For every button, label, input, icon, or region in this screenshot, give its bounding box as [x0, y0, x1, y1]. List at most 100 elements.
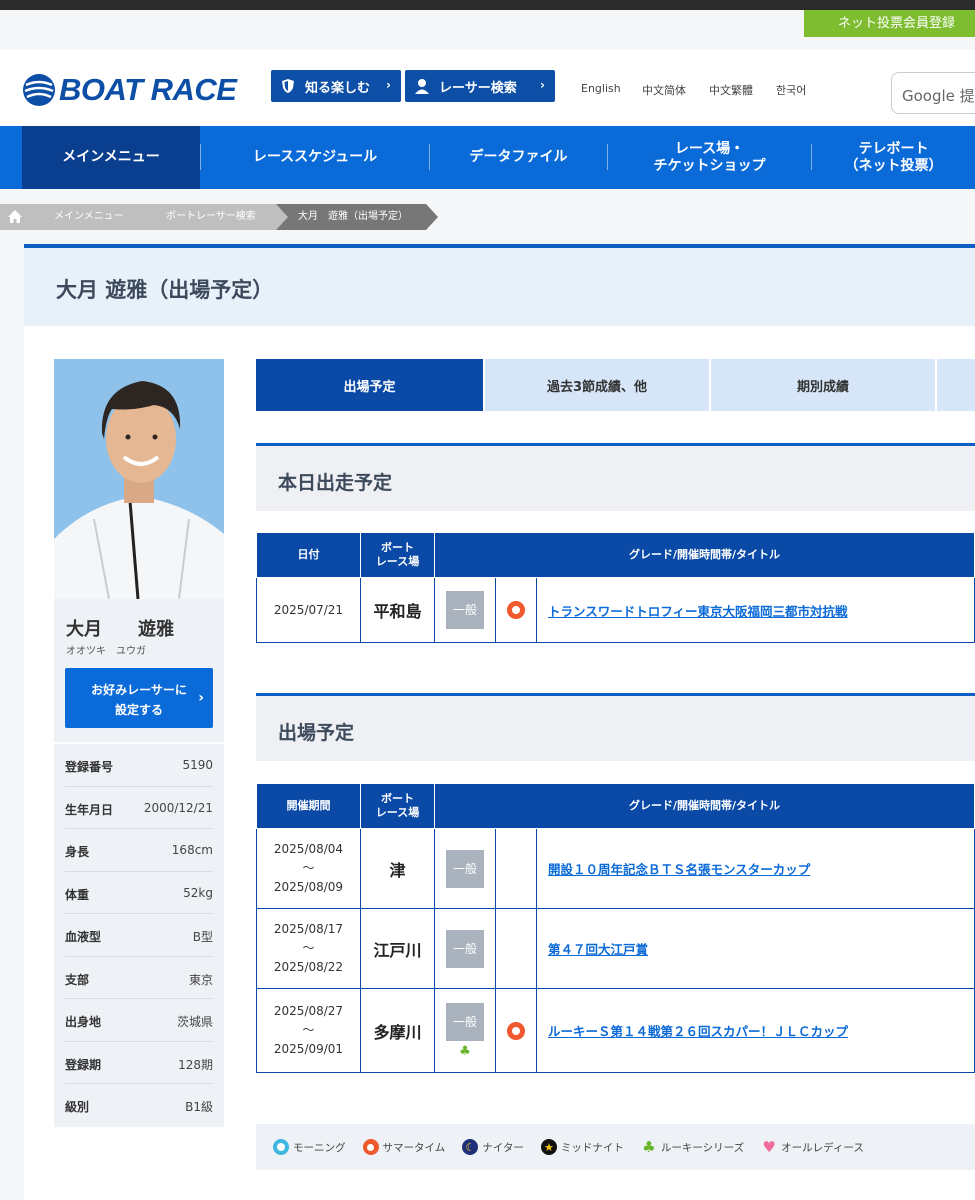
- profile-row: 血液型 B型: [65, 914, 213, 957]
- breadcrumb-main-menu-label: メインメニュー: [54, 211, 124, 222]
- racer-name: 大月 遊雅: [66, 619, 174, 640]
- race-title-link[interactable]: 第４７回大江戸賞: [548, 942, 648, 957]
- tab-recent-results[interactable]: 過去3節成績、他: [485, 359, 709, 411]
- chevron-right-icon: ›: [386, 78, 391, 92]
- racer-tabs: 出場予定 過去3節成績、他 期別成績: [256, 359, 975, 411]
- period-start: 2025/08/27: [273, 1004, 344, 1018]
- lang-english-link[interactable]: English: [581, 82, 621, 95]
- race-date: 2025/07/21: [256, 577, 361, 643]
- tab-schedule[interactable]: 出場予定: [256, 359, 483, 411]
- column-header-venue: ボート レース場: [360, 532, 435, 578]
- profile-row: 級別 B1級: [65, 1084, 213, 1127]
- profile-label: 支部: [65, 972, 90, 987]
- profile-row: 生年月日 2000/12/21: [65, 787, 213, 829]
- shiru-tanoshimu-button[interactable]: 知る楽しむ ›: [271, 70, 401, 102]
- legend-label: ミッドナイト: [560, 1141, 624, 1154]
- profile-value: 128期: [178, 1057, 213, 1072]
- global-nav: メインメニュー レーススケジュール データファイル レース場・ チケットショップ…: [0, 126, 975, 189]
- legend-bar: モーニング サマータイム ☾ ナイター ★ ミッドナイト ♣ ルーキーシリーズ ♥ オー…: [256, 1124, 975, 1170]
- table-row: 2025/07/21 平和島 一般 トランスワードトロフィー東京大阪福岡三都市対…: [256, 577, 975, 643]
- table-row: 2025/08/04 ～ 2025/08/09 津 一般 開設１０周年記念ＢＴＳ名張…: [256, 828, 975, 909]
- chevron-right-icon: ›: [198, 690, 204, 706]
- racer-search-button[interactable]: レーサー検索 ›: [405, 70, 555, 102]
- period-end: 2025/09/01: [273, 1042, 344, 1056]
- tab-more[interactable]: [937, 359, 975, 411]
- page-title-bar: 大月 遊雅（出場予定）: [24, 244, 975, 326]
- legend-item: ★ ミッドナイト: [540, 1139, 624, 1155]
- race-venue: 津: [360, 828, 435, 909]
- rookie-series-icon: ♣: [459, 1044, 471, 1059]
- top-bar: [0, 0, 975, 10]
- legend-item: ♥ オールレディース: [761, 1138, 863, 1156]
- summer-time-icon: [362, 1139, 379, 1155]
- lang-zh-hant-link[interactable]: 中文繁體: [709, 82, 753, 98]
- nav-racecourse-ticket[interactable]: レース場・ チケットショップ: [608, 126, 811, 189]
- set-favorite-racer-button[interactable]: お好みレーサーに 設定する ›: [65, 668, 213, 728]
- breadcrumb-racer-search[interactable]: ボートレーサー検索: [148, 204, 288, 230]
- racer-name-box: 大月 遊雅 オオツキ ユウガ お好みレーサーに 設定する ›: [54, 599, 224, 742]
- profile-label: 体重: [65, 887, 90, 902]
- boatrace-logo[interactable]: BOAT RACE: [22, 72, 237, 108]
- morning-icon: [273, 1139, 289, 1155]
- legend-label: ルーキーシリーズ: [660, 1141, 745, 1154]
- time-zone-cell: [495, 828, 537, 909]
- google-search-input[interactable]: Google 提供: [891, 72, 975, 114]
- race-title-link[interactable]: ルーキーＳ第１４戦第２６回スカパー！ＪＬＣカップ: [548, 1024, 848, 1039]
- profile-value: 168cm: [171, 843, 213, 857]
- schedule-heading: 出場予定: [278, 722, 355, 744]
- logo-mark-icon: [22, 73, 56, 107]
- period-start: 2025/08/17: [273, 922, 344, 936]
- rookie-leaf-icon: ♣: [642, 1138, 656, 1156]
- table-row: 2025/08/27 ～ 2025/09/01 多摩川 一般 ♣ ルーキーＳ第１４戦第…: [256, 988, 975, 1073]
- nav-telebote[interactable]: テレボート （ネット投票）: [812, 126, 975, 189]
- shield-icon: [279, 77, 297, 95]
- race-title-link[interactable]: 開設１０周年記念ＢＴＳ名張モンスターカップ: [548, 862, 810, 877]
- period-end: 2025/08/09: [273, 880, 344, 894]
- legend-item: サマータイム: [362, 1139, 445, 1155]
- grade-badge: 一般: [446, 591, 484, 629]
- racer-profile-table: 登録番号 5190 生年月日 2000/12/21 身長 168cm 体重 52kg 血…: [54, 744, 224, 1127]
- race-title-link[interactable]: トランスワードトロフィー東京大阪福岡三都市対抗戦: [548, 604, 848, 619]
- racer-photo: [54, 359, 224, 599]
- column-header-date: 日付: [256, 532, 361, 578]
- race-venue: 多摩川: [360, 988, 435, 1073]
- period-end: 2025/08/22: [273, 960, 344, 974]
- breadcrumb-main-menu[interactable]: メインメニュー: [30, 204, 160, 230]
- period-tilde: ～: [302, 1023, 315, 1037]
- table-header-row: 開催期間 ボート レース場 グレード/開催時間帯/タイトル: [256, 783, 975, 829]
- grade-badge: 一般: [446, 929, 484, 968]
- legend-label: ナイター: [482, 1141, 524, 1154]
- column-header-period: 開催期間: [256, 783, 361, 829]
- profile-value: 5190: [182, 758, 213, 772]
- lang-zh-hans-link[interactable]: 中文简体: [642, 82, 686, 98]
- page-title: 大月 遊雅（出場予定）: [56, 278, 274, 302]
- today-race-table: 日付 ボート レース場 グレード/開催時間帯/タイトル 2025/07/21 平…: [256, 532, 975, 643]
- nav-main-menu[interactable]: メインメニュー: [22, 126, 200, 189]
- profile-value: B1級: [185, 1100, 213, 1114]
- ladies-heart-icon: ♥: [762, 1138, 776, 1156]
- race-venue: 平和島: [360, 577, 435, 643]
- profile-value: 52kg: [183, 885, 213, 900]
- profile-row: 登録期 128期: [65, 1042, 213, 1084]
- today-section-header: 本日出走予定: [256, 443, 975, 511]
- lang-korean-link[interactable]: 한국어: [776, 82, 806, 98]
- profile-label: 登録期: [65, 1057, 102, 1072]
- nighter-moon-icon: ☾: [462, 1139, 479, 1155]
- column-header-title: グレード/開催時間帯/タイトル: [434, 532, 975, 578]
- profile-value: B型: [192, 930, 213, 944]
- racer-kana: オオツキ ユウガ: [66, 646, 146, 657]
- profile-label: 出身地: [65, 1015, 102, 1029]
- profile-row: 出身地 茨城県: [65, 999, 213, 1042]
- legend-item: モーニング: [273, 1139, 346, 1155]
- legend-item: ☾ ナイター: [462, 1139, 524, 1155]
- member-register-button[interactable]: ネット投票会員登録: [804, 10, 975, 37]
- nav-data-file[interactable]: データファイル: [430, 126, 607, 189]
- tab-period-results[interactable]: 期別成績: [711, 359, 935, 411]
- person-icon: [413, 77, 431, 95]
- race-period: 2025/08/17 ～ 2025/08/22: [256, 908, 361, 989]
- nav-race-schedule[interactable]: レーススケジュール: [201, 126, 429, 189]
- race-period: 2025/08/04 ～ 2025/08/09: [256, 828, 361, 909]
- breadcrumb-home[interactable]: [0, 204, 42, 230]
- profile-value: 2000/12/21: [143, 800, 213, 815]
- column-header-title: グレード/開催時間帯/タイトル: [434, 783, 975, 829]
